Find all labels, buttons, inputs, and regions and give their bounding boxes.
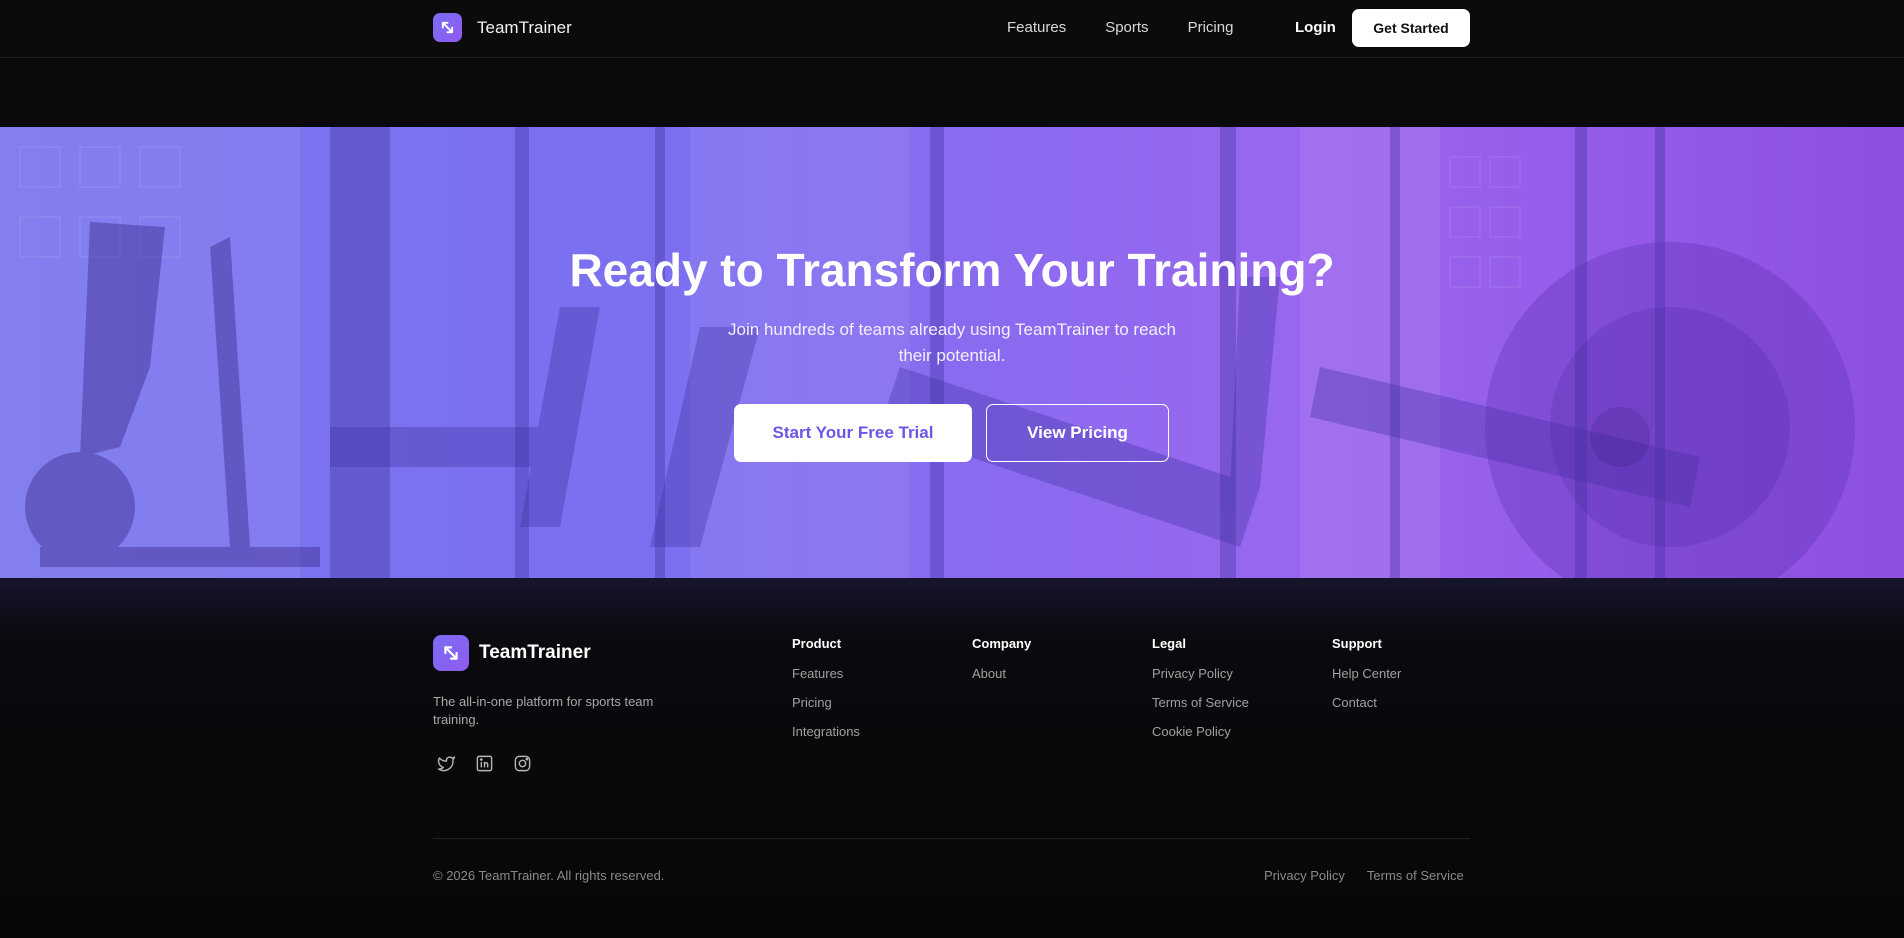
- footer-column-legal: Legal Privacy Policy Terms of Service Co…: [1152, 636, 1249, 753]
- get-started-button[interactable]: Get Started: [1352, 9, 1470, 47]
- footer-link-features[interactable]: Features: [792, 666, 860, 681]
- footer-link-privacy-policy[interactable]: Privacy Policy: [1152, 666, 1249, 681]
- footer-brand-name: TeamTrainer: [479, 642, 591, 663]
- footer-description: The all-in-one platform for sports team …: [433, 694, 654, 727]
- footer-column-product: Product Features Pricing Integrations: [792, 636, 860, 753]
- footer-column-company: Company About: [972, 636, 1031, 695]
- brand-name: TeamTrainer: [477, 17, 572, 37]
- bottom-link-privacy-policy[interactable]: Privacy Policy: [1264, 868, 1345, 883]
- footer-column-title: Legal: [1152, 636, 1186, 651]
- brand-logo[interactable]: TeamTrainer: [433, 13, 572, 42]
- footer-brand-logo[interactable]: TeamTrainer: [433, 635, 591, 671]
- footer-column-title: Company: [972, 636, 1032, 651]
- cta-hero-section: Ready to Transform Your Training? Join h…: [0, 127, 1904, 578]
- footer-link-integrations[interactable]: Integrations: [792, 724, 860, 739]
- nav-item-pricing[interactable]: Pricing: [1188, 19, 1234, 36]
- footer-divider: [433, 838, 1470, 839]
- footer-link-contact[interactable]: Contact: [1332, 695, 1401, 710]
- view-pricing-button[interactable]: View Pricing: [986, 404, 1169, 462]
- copyright-text: © 2026 TeamTrainer. All rights reserved.: [433, 868, 665, 883]
- social-links: [437, 754, 532, 773]
- logo-icon: [433, 635, 469, 671]
- login-link[interactable]: Login: [1295, 19, 1336, 36]
- top-nav-bar: TeamTrainer Features Sports Pricing Logi…: [0, 0, 1904, 58]
- start-free-trial-button[interactable]: Start Your Free Trial: [734, 404, 972, 462]
- linkedin-icon[interactable]: [475, 754, 494, 773]
- site-footer: TeamTrainer The all-in-one platform for …: [0, 578, 1904, 938]
- footer-column-support: Support Help Center Contact: [1332, 636, 1401, 724]
- hero-subtitle: Join hundreds of teams already using Tea…: [728, 320, 1176, 365]
- footer-link-pricing[interactable]: Pricing: [792, 695, 860, 710]
- nav-item-features[interactable]: Features: [1007, 19, 1066, 36]
- main-nav: Features Sports Pricing: [1007, 19, 1233, 36]
- bottom-link-terms-of-service[interactable]: Terms of Service: [1367, 868, 1464, 883]
- nav-item-sports[interactable]: Sports: [1105, 19, 1148, 36]
- instagram-icon[interactable]: [513, 754, 532, 773]
- footer-column-title: Support: [1332, 636, 1382, 651]
- twitter-icon[interactable]: [437, 754, 456, 773]
- footer-column-title: Product: [792, 636, 842, 651]
- footer-bottom-links: Privacy Policy Terms of Service: [1264, 868, 1464, 883]
- footer-link-terms-of-service[interactable]: Terms of Service: [1152, 695, 1249, 710]
- logo-icon: [433, 13, 462, 42]
- hero-title: Ready to Transform Your Training?: [569, 244, 1335, 296]
- footer-link-help-center[interactable]: Help Center: [1332, 666, 1401, 681]
- footer-link-about[interactable]: About: [972, 666, 1031, 681]
- footer-link-cookie-policy[interactable]: Cookie Policy: [1152, 724, 1249, 739]
